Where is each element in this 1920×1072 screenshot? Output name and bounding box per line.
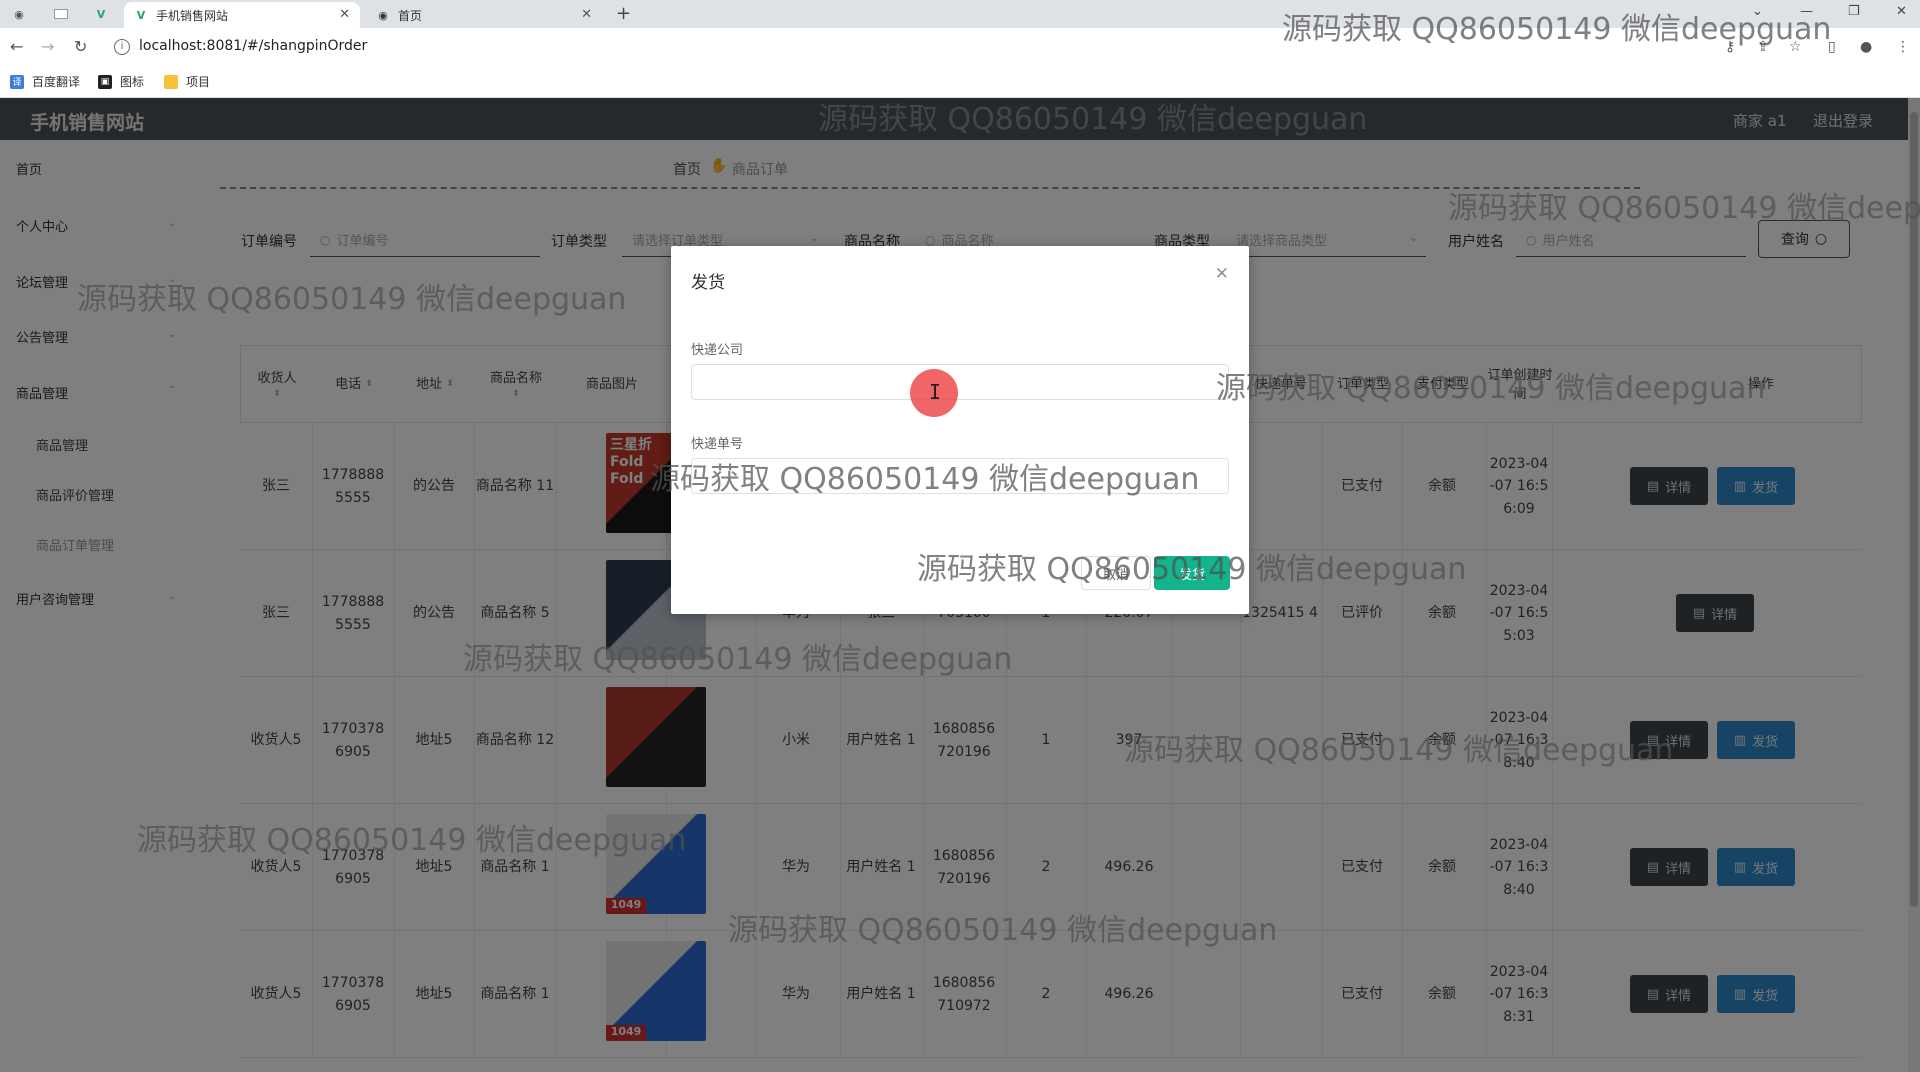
reload-icon[interactable]: ↻ — [74, 37, 87, 56]
watermark: 源码获取 QQ86050149 微信deepguan — [728, 913, 1278, 948]
close-icon[interactable]: ✕ — [339, 7, 350, 22]
bookmark-label: 图标 — [120, 75, 145, 89]
back-icon[interactable]: ← — [10, 37, 23, 56]
bookmark-translate[interactable]: 译 百度翻译 — [10, 73, 80, 90]
express-company-label: 快递公司 — [691, 343, 744, 358]
close-icon[interactable]: ✕ — [1215, 264, 1229, 284]
url-field[interactable]: localhost:8081/#/shangpinOrder — [139, 38, 367, 54]
tab-shop-site[interactable]: V 手机销售网站 ✕ — [124, 2, 360, 28]
forward-icon[interactable]: → — [41, 37, 54, 56]
new-tab-button[interactable]: + — [616, 3, 631, 24]
watermark: 源码获取 QQ86050149 微信deepguan — [463, 642, 1013, 677]
text-cursor-icon: I — [929, 380, 942, 404]
watermark: 源码获取 QQ86050149 微信deepguan — [1124, 733, 1674, 768]
translate-icon: 译 — [10, 74, 24, 89]
image-icon: ▣ — [98, 74, 112, 89]
watermark: 源码获取 QQ86050149 微信deepguan — [650, 462, 1200, 497]
profile-icon[interactable]: ● — [1860, 39, 1872, 55]
express-company-input[interactable] — [691, 364, 1229, 400]
watermark: 源码获取 QQ86050149 微信deepguan — [137, 823, 687, 858]
bookmark-icons[interactable]: ▣ 图标 — [98, 73, 144, 90]
tab-title: 手机销售网站 — [156, 8, 229, 23]
folder-icon — [164, 74, 178, 89]
watermark: 源码获取 QQ86050149 微信deepguan — [818, 102, 1368, 137]
tab-globe-icon[interactable]: ◉ — [8, 4, 30, 24]
watermark: 源码获取 QQ86050149 微信deepguan — [1282, 12, 1832, 47]
tab-vue-icon[interactable]: V — [90, 4, 112, 24]
bookmark-label: 百度翻译 — [32, 75, 81, 89]
menu-kebab-icon[interactable]: ⋮ — [1896, 39, 1910, 55]
bookmark-project[interactable]: 项目 — [164, 73, 210, 90]
watermark: 源码获取 QQ86050149 微信deepguan — [77, 282, 627, 317]
tracking-no-label: 快递单号 — [691, 437, 744, 452]
restore-icon[interactable]: ❐ — [1848, 4, 1860, 19]
window-close-icon[interactable]: ✕ — [1896, 4, 1907, 19]
watermark: 源码获取 QQ86050149 微信deepguan — [1448, 191, 1920, 226]
close-icon[interactable]: ✕ — [581, 7, 592, 22]
watermark: 源码获取 QQ86050149 微信deepguan — [917, 552, 1467, 587]
tab-home[interactable]: ◉ 首页 ✕ — [366, 2, 602, 28]
dialog-title: 发货 — [691, 273, 725, 293]
watermark: 源码获取 QQ86050149 微信deepguan — [1216, 371, 1766, 406]
bookmark-label: 项目 — [186, 75, 211, 89]
globe-icon: ◉ — [378, 8, 388, 22]
tab-blank-icon[interactable] — [50, 4, 72, 24]
tab-title: 首页 — [398, 8, 423, 23]
vue-logo-icon: V — [136, 8, 146, 22]
site-info-icon[interactable]: i — [114, 39, 130, 55]
